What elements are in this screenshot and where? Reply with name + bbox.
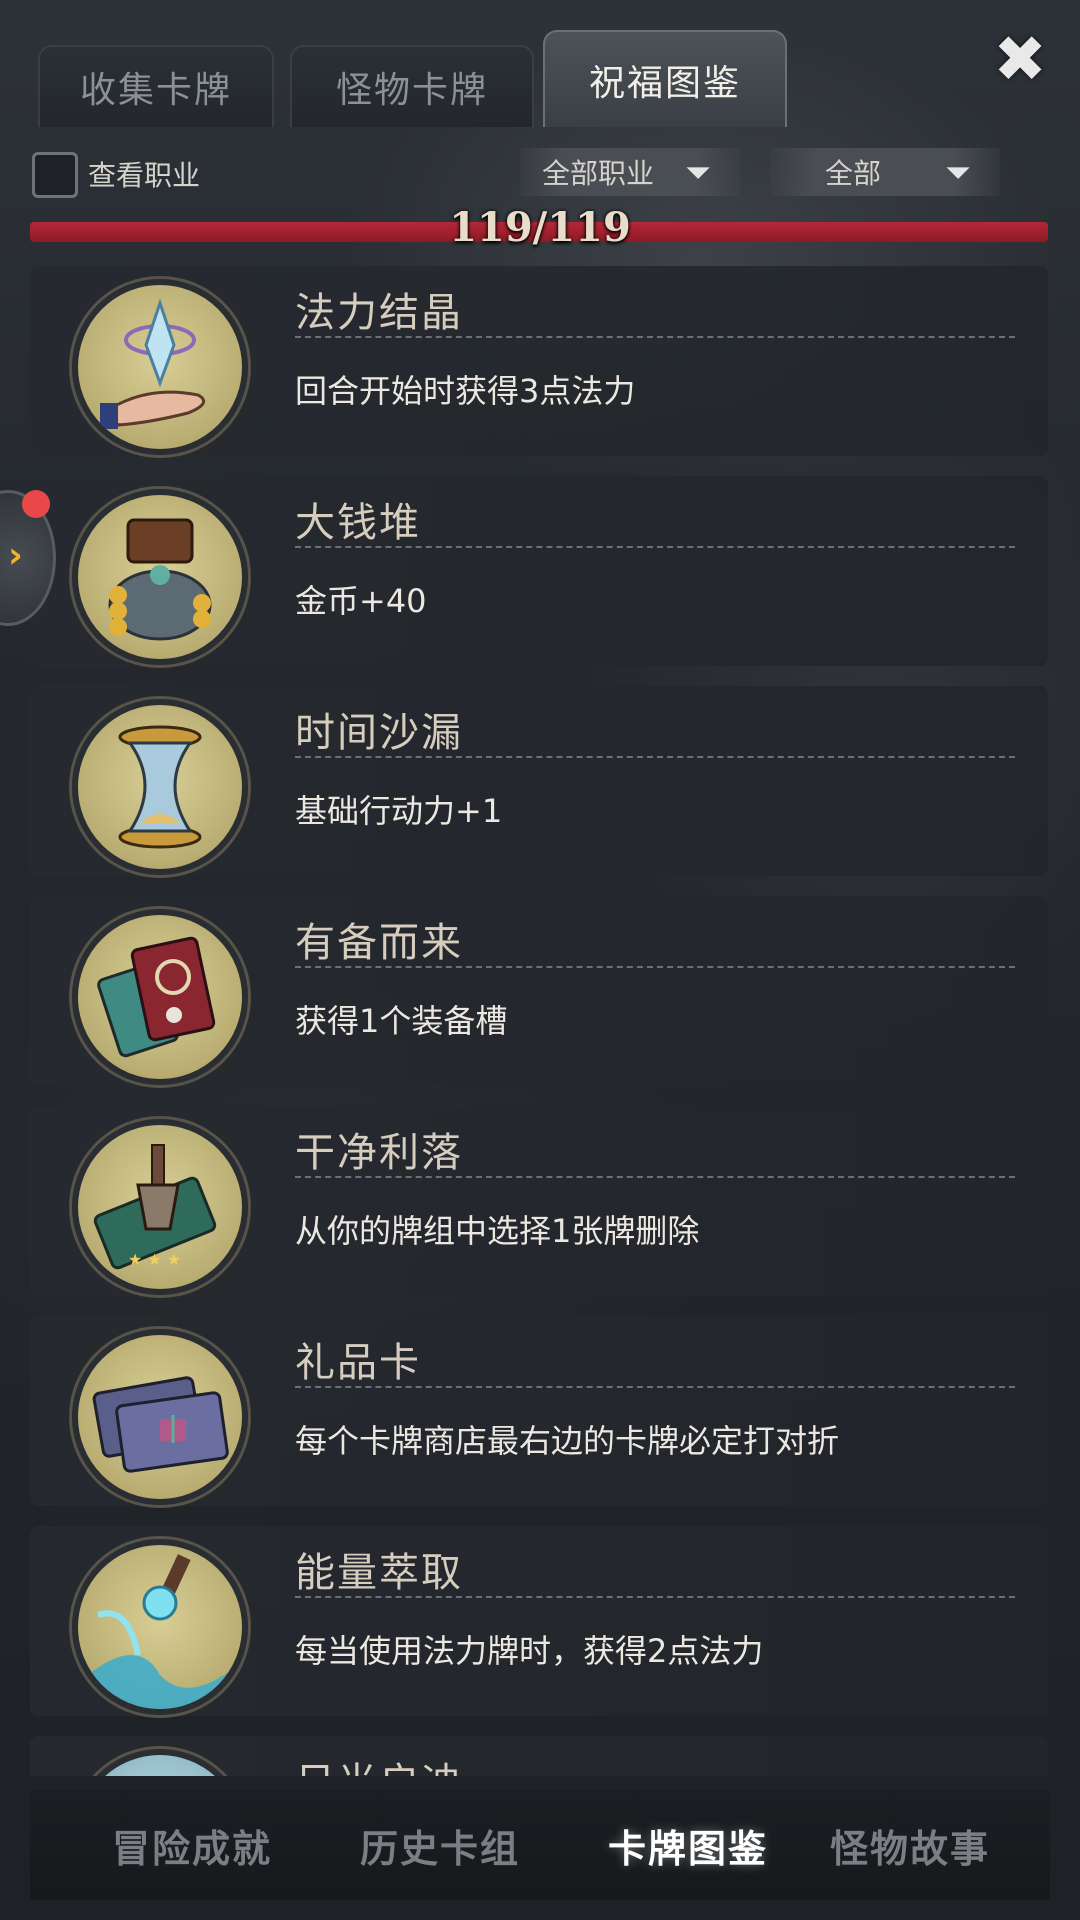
- list-item[interactable]: 礼品卡 每个卡牌商店最右边的卡牌必定打对折: [30, 1316, 1048, 1506]
- nav-history-decks[interactable]: 历史卡组: [360, 1818, 520, 1873]
- list-item[interactable]: 能量萃取 每当使用法力牌时，获得2点法力: [30, 1526, 1048, 1716]
- blessing-name: 时间沙漏: [295, 710, 463, 756]
- blessing-name: 法力结晶: [295, 290, 463, 336]
- nav-card-codex[interactable]: 卡牌图鉴: [608, 1818, 768, 1873]
- blessing-name: 能量萃取: [295, 1550, 463, 1596]
- job-filter-dropdown[interactable]: 全部职业 ⏷: [520, 148, 740, 196]
- close-icon: ✖: [993, 23, 1047, 97]
- mana-crystal-icon: [72, 279, 248, 455]
- divider: [295, 1176, 1015, 1178]
- divider: [295, 966, 1015, 968]
- divider: [295, 756, 1015, 758]
- nav-monster-stories[interactable]: 怪物故事: [830, 1818, 990, 1873]
- divider: [295, 336, 1015, 338]
- collection-progress-text: 119/119: [449, 204, 631, 251]
- view-class-label: 查看职业: [88, 159, 201, 192]
- tab-collect-cards[interactable]: 收集卡牌: [38, 45, 274, 127]
- list-item[interactable]: 日光启迪: [30, 1736, 1048, 1776]
- equipment-card-icon: [72, 909, 248, 1085]
- energy-orb-icon: [72, 1539, 248, 1715]
- blessing-name: 礼品卡: [295, 1340, 421, 1386]
- blessing-description: 基础行动力+1: [295, 792, 503, 830]
- type-filter-dropdown[interactable]: 全部 ⏷: [770, 148, 1000, 196]
- list-item[interactable]: 有备而来 获得1个装备槽: [30, 896, 1048, 1086]
- blessing-description: 每当使用法力牌时，获得2点法力: [295, 1632, 764, 1670]
- nav-adventure-achievements[interactable]: 冒险成就: [112, 1818, 272, 1873]
- gift-card-icon: [72, 1329, 248, 1505]
- tab-blessing-codex[interactable]: 祝福图鉴: [543, 30, 787, 127]
- divider: [295, 1386, 1015, 1388]
- treasure-pile-icon: [72, 489, 248, 665]
- blessing-description: 回合开始时获得3点法力: [295, 372, 636, 410]
- list-item[interactable]: 时间沙漏 基础行动力+1: [30, 686, 1048, 876]
- chevron-right-icon[interactable]: ›: [8, 535, 23, 576]
- svg-text:★ ★ ★: ★ ★ ★: [128, 1250, 181, 1269]
- blessing-name: 大钱堆: [295, 500, 421, 546]
- filter-funnel-icon: ⏷: [945, 152, 971, 191]
- view-class-checkbox[interactable]: [32, 152, 78, 198]
- notification-dot: [22, 490, 50, 518]
- list-item[interactable]: 大钱堆 金币+40: [30, 476, 1048, 666]
- divider: [295, 1596, 1015, 1598]
- blessing-description: 每个卡牌商店最右边的卡牌必定打对折: [295, 1422, 840, 1460]
- tab-monster-cards[interactable]: 怪物卡牌: [290, 45, 534, 127]
- close-button[interactable]: ✖: [988, 23, 1052, 97]
- type-filter-value: 全部: [824, 157, 881, 190]
- hourglass-icon: [72, 699, 248, 875]
- blessing-description: 金币+40: [295, 582, 427, 620]
- sunlight-icon: [72, 1749, 248, 1776]
- job-filter-value: 全部职业: [541, 157, 654, 190]
- filter-funnel-icon: ⏷: [685, 152, 711, 191]
- list-item[interactable]: 法力结晶 回合开始时获得3点法力: [30, 266, 1048, 456]
- blessing-list[interactable]: 法力结晶 回合开始时获得3点法力 大钱堆 金币+40 时间沙漏 基础行动力+1 …: [30, 266, 1050, 1776]
- list-item[interactable]: ★ ★ ★ 干净利落 从你的牌组中选择1张牌删除: [30, 1106, 1048, 1296]
- blessing-description: 从你的牌组中选择1张牌删除: [295, 1212, 700, 1250]
- blessing-description: 获得1个装备槽: [295, 1002, 508, 1040]
- blessing-name: 日光启迪: [295, 1750, 463, 1776]
- blessing-name: 有备而来: [295, 920, 463, 966]
- dagger-card-icon: ★ ★ ★: [72, 1119, 248, 1295]
- divider: [295, 546, 1015, 548]
- blessing-name: 干净利落: [295, 1130, 463, 1176]
